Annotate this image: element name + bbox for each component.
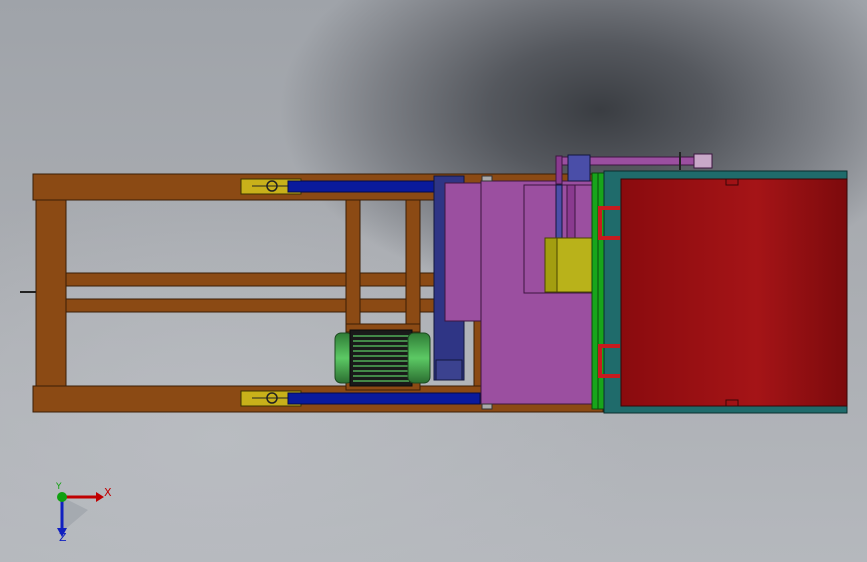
model-drawing[interactable]	[0, 0, 867, 562]
yellow-block-face	[544, 237, 558, 293]
bolt-top	[481, 175, 493, 182]
frame-cross-beam-upper[interactable]	[65, 272, 447, 287]
cylinder-bottom[interactable]	[240, 390, 481, 407]
y-axis-label: Y	[56, 482, 62, 492]
x-axis-label: X	[104, 486, 112, 499]
top-arm-block	[567, 154, 591, 182]
x-axis-head	[96, 492, 104, 502]
guide-rod	[566, 184, 576, 244]
frame-left-post[interactable]	[35, 199, 67, 387]
bolt-bottom	[481, 403, 493, 410]
motor[interactable]	[334, 323, 431, 391]
guide-block	[555, 184, 563, 246]
frame-cross-beam-lower[interactable]	[65, 298, 447, 313]
graphics-viewport[interactable]: X Y Z	[0, 0, 867, 562]
top-arm-end	[693, 153, 713, 169]
z-axis-label: Z	[59, 531, 67, 544]
motor-endcap-right	[407, 332, 431, 384]
bin[interactable]	[598, 170, 848, 414]
panel-purple-left[interactable]	[444, 182, 486, 322]
cylinder-bottom-barrel[interactable]	[287, 392, 481, 405]
pump-housing-lower	[435, 359, 463, 381]
y-axis-dot	[57, 492, 67, 502]
motor-body[interactable]	[349, 329, 413, 387]
triad-shadow	[62, 497, 88, 532]
bin-interior[interactable]	[620, 178, 848, 407]
cylinder-top-barrel[interactable]	[287, 180, 439, 193]
cylinder-top[interactable]	[240, 178, 439, 195]
top-arm-post	[555, 155, 563, 185]
